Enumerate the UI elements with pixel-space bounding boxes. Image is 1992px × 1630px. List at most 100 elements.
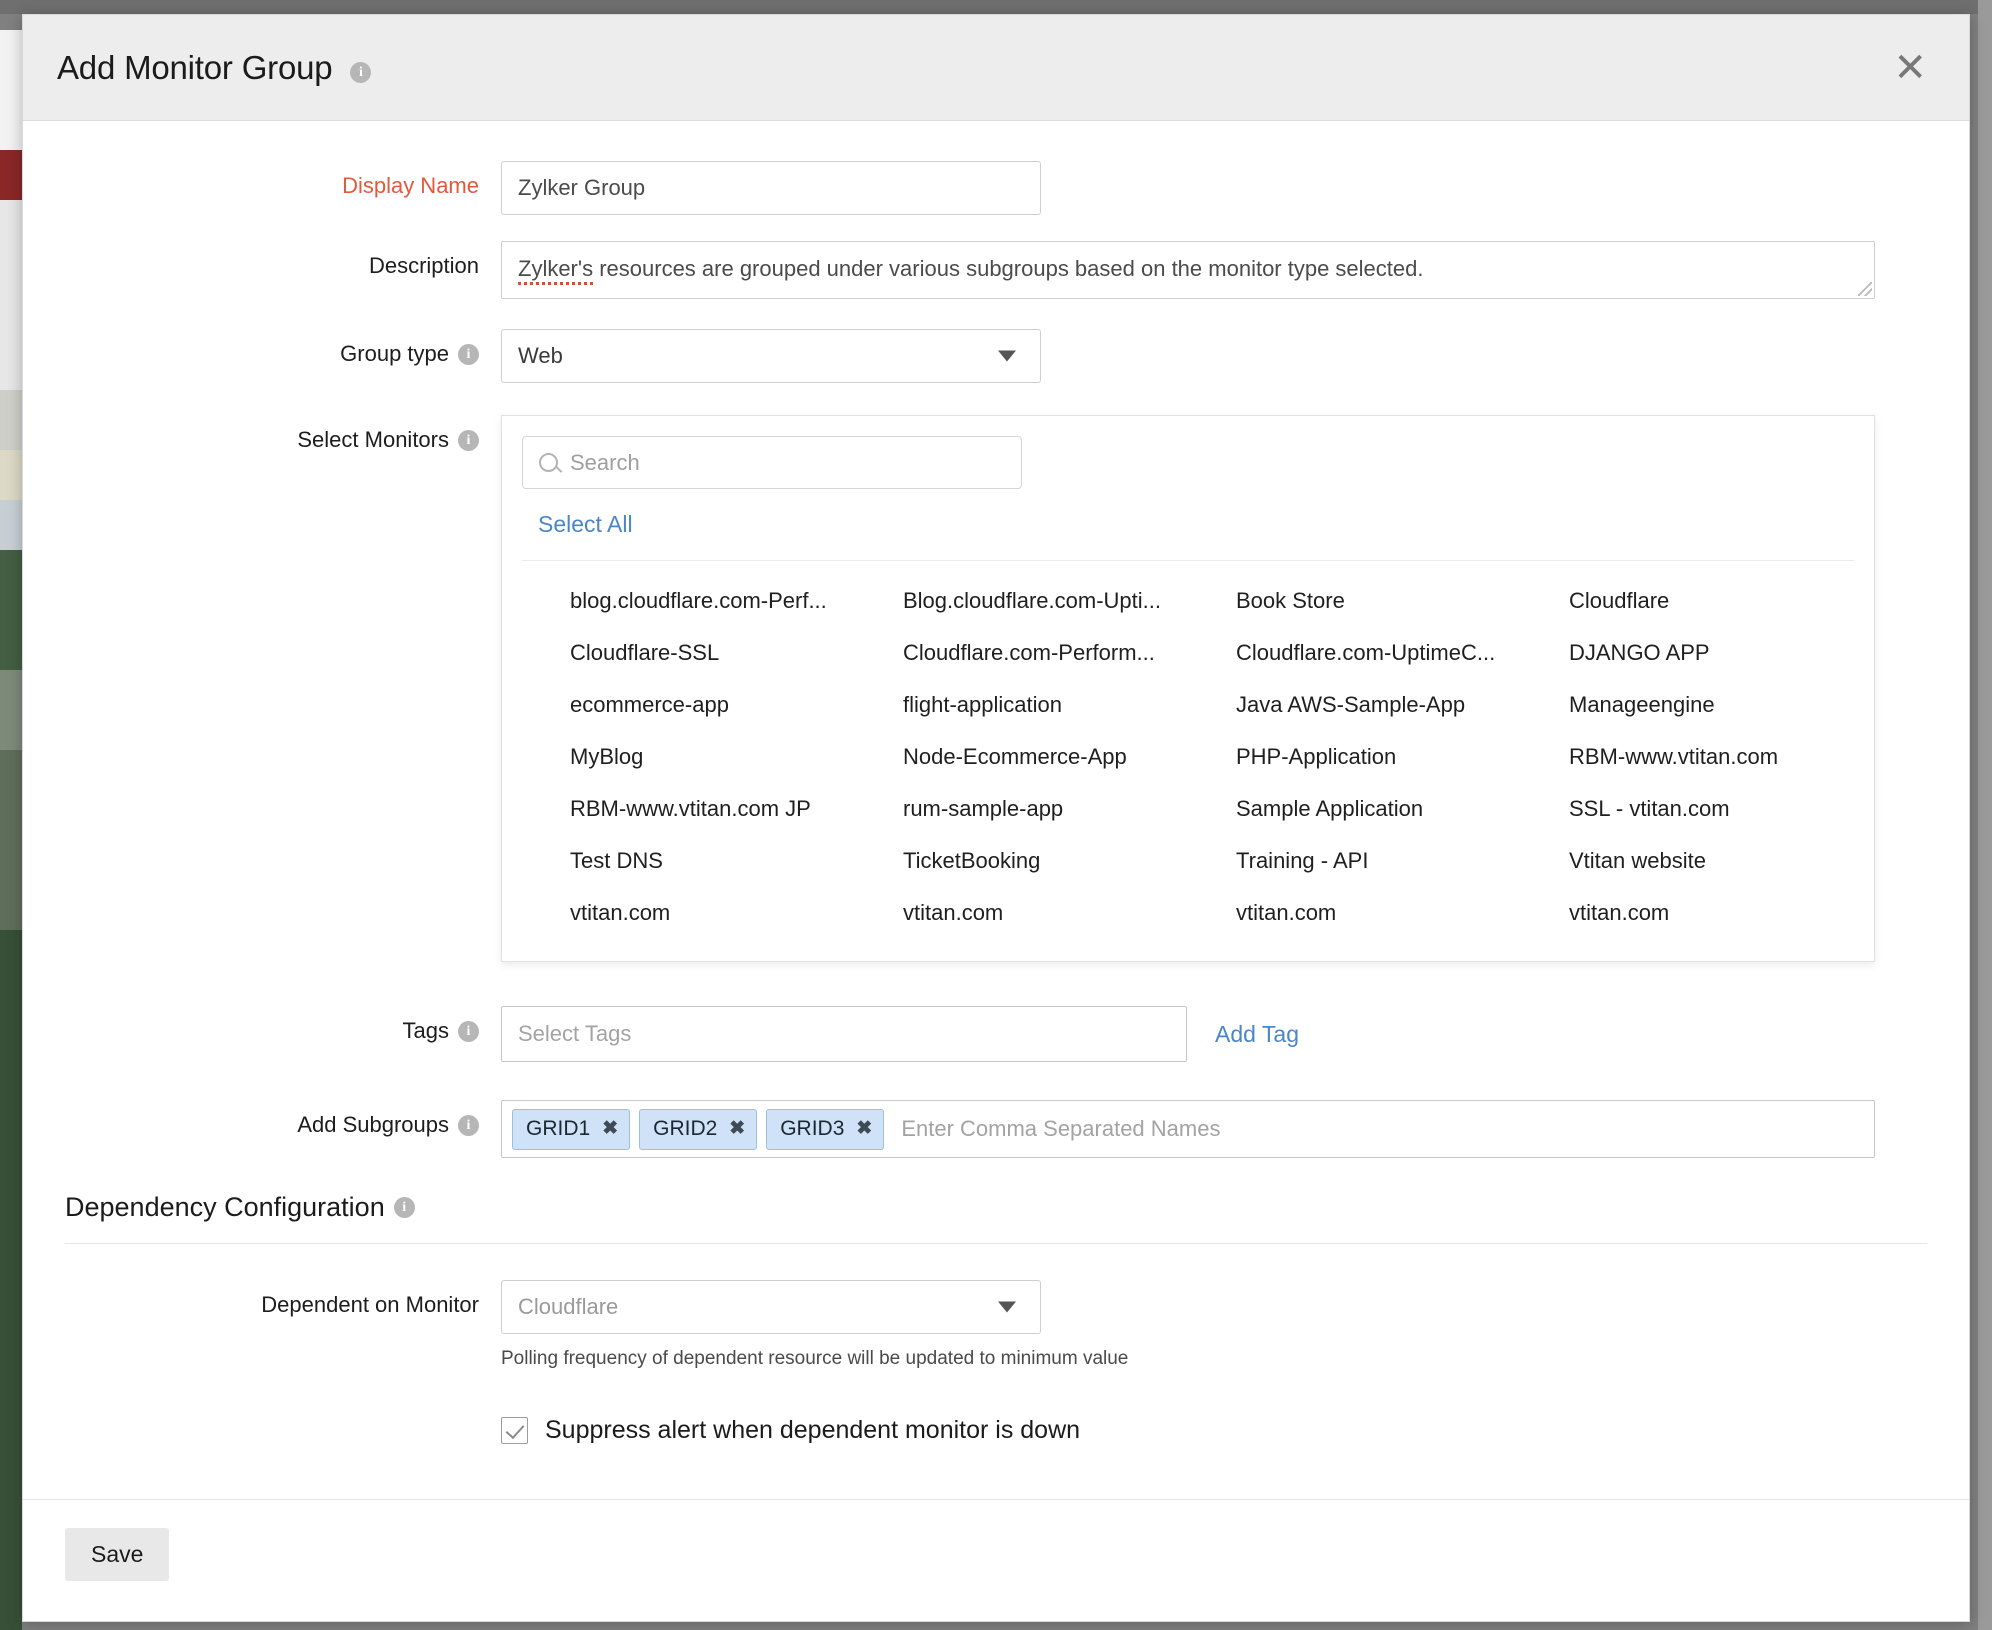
- monitor-list-item[interactable]: Cloudflare.com-UptimeC...: [1188, 627, 1521, 679]
- monitor-list-item[interactable]: Cloudflare.com-Perform...: [855, 627, 1188, 679]
- monitors-panel-top: Select All: [502, 416, 1874, 560]
- display-name-label: Display Name: [342, 173, 479, 198]
- monitor-search-box[interactable]: [522, 436, 1022, 489]
- monitor-list-item[interactable]: flight-application: [855, 679, 1188, 731]
- dependent-monitor-label: Dependent on Monitor: [261, 1292, 479, 1317]
- monitor-list-item[interactable]: SSL - vtitan.com: [1521, 783, 1854, 835]
- description-control: Zylker's resources are grouped under var…: [501, 241, 1969, 299]
- monitors-panel: Select All blog.cloudflare.com-Perf...Bl…: [501, 415, 1875, 962]
- field-row-description: Description Zylker's resources are group…: [23, 241, 1969, 299]
- backdrop-right-strip: [1978, 0, 1992, 1630]
- select-all-link[interactable]: Select All: [522, 489, 633, 560]
- subgroups-input[interactable]: GRID1 ✖ GRID2 ✖ GRID3 ✖ Enter Comma Separated …: [501, 1100, 1875, 1158]
- dialog-body: Display Name Description Zylker's resour…: [23, 121, 1969, 1499]
- monitor-list-item[interactable]: Cloudflare: [1521, 575, 1854, 627]
- monitor-list-item[interactable]: vtitan.com: [1521, 887, 1854, 939]
- subgroups-label: Add Subgroups i: [23, 1100, 501, 1138]
- dependency-section-heading: Dependency Configuration i: [65, 1192, 1969, 1223]
- field-row-dependent-monitor: Dependent on Monitor Cloudflare Polling …: [23, 1280, 1969, 1445]
- monitor-list-item[interactable]: Blog.cloudflare.com-Upti...: [855, 575, 1188, 627]
- monitor-list-item[interactable]: TicketBooking: [855, 835, 1188, 887]
- search-input[interactable]: [568, 448, 1005, 477]
- remove-chip-icon[interactable]: ✖: [856, 1119, 872, 1138]
- dependent-monitor-control: Cloudflare Polling frequency of dependen…: [501, 1280, 1969, 1445]
- field-row-tags: Tags i Select Tags Add Tag: [23, 1006, 1969, 1062]
- dependent-monitor-select[interactable]: Cloudflare: [501, 1280, 1041, 1334]
- tags-control: Select Tags Add Tag: [501, 1006, 1969, 1062]
- tags-label: Tags i: [23, 1006, 501, 1044]
- select-monitors-control: Select All blog.cloudflare.com-Perf...Bl…: [501, 415, 1969, 962]
- suppress-alert-checkbox[interactable]: [501, 1417, 528, 1444]
- monitor-list-item[interactable]: vtitan.com: [1188, 887, 1521, 939]
- monitor-list-item[interactable]: Test DNS: [522, 835, 855, 887]
- save-button[interactable]: Save: [65, 1528, 170, 1581]
- info-icon[interactable]: i: [458, 344, 479, 365]
- info-icon[interactable]: i: [458, 1021, 479, 1042]
- group-type-select[interactable]: Web: [501, 329, 1041, 383]
- monitor-list-item[interactable]: DJANGO APP: [1521, 627, 1854, 679]
- tags-placeholder: Select Tags: [518, 1021, 632, 1046]
- monitor-list-item[interactable]: Java AWS-Sample-App: [1188, 679, 1521, 731]
- description-misspelled-word: Zylker's: [518, 256, 594, 285]
- description-textarea[interactable]: Zylker's resources are grouped under var…: [501, 241, 1875, 299]
- monitor-list-item[interactable]: vtitan.com: [522, 887, 855, 939]
- monitor-list-item[interactable]: Cloudflare-SSL: [522, 627, 855, 679]
- group-type-control: Web: [501, 329, 1969, 383]
- search-icon: [539, 453, 558, 472]
- add-tag-link[interactable]: Add Tag: [1215, 1021, 1299, 1048]
- dependency-divider: [65, 1243, 1927, 1244]
- monitor-list-item[interactable]: Training - API: [1188, 835, 1521, 887]
- monitor-list-item[interactable]: RBM-www.vtitan.com JP: [522, 783, 855, 835]
- info-icon[interactable]: i: [350, 61, 372, 83]
- info-icon[interactable]: i: [458, 1115, 479, 1136]
- chevron-down-icon: [998, 1301, 1016, 1313]
- field-row-display-name: Display Name: [23, 161, 1969, 215]
- monitor-list-item[interactable]: RBM-www.vtitan.com: [1521, 731, 1854, 783]
- dialog-title-text: Add Monitor Group: [57, 48, 333, 86]
- page-title: Add Monitor Group i: [57, 48, 372, 87]
- subgroup-chip[interactable]: GRID1 ✖: [512, 1108, 631, 1150]
- monitor-list-item[interactable]: Node-Ecommerce-App: [855, 731, 1188, 783]
- monitor-list-item[interactable]: Sample Application: [1188, 783, 1521, 835]
- info-icon[interactable]: i: [458, 430, 479, 451]
- tags-input[interactable]: Select Tags: [501, 1006, 1187, 1062]
- display-name-control: [501, 161, 1969, 215]
- monitor-list-item[interactable]: Vtitan website: [1521, 835, 1854, 887]
- backdrop-topbar: [0, 0, 1992, 14]
- dependency-heading-text: Dependency Configuration: [65, 1192, 385, 1222]
- display-name-input[interactable]: [501, 161, 1041, 215]
- close-icon[interactable]: ✕: [1885, 44, 1935, 92]
- monitor-list-item[interactable]: rum-sample-app: [855, 783, 1188, 835]
- subgroup-chip[interactable]: GRID3 ✖: [766, 1108, 885, 1150]
- monitor-list-item[interactable]: vtitan.com: [855, 887, 1188, 939]
- resize-handle-icon[interactable]: [1858, 282, 1872, 296]
- remove-chip-icon[interactable]: ✖: [602, 1119, 618, 1138]
- info-icon[interactable]: i: [393, 1197, 415, 1218]
- dialog-header: Add Monitor Group i ✕: [23, 15, 1969, 121]
- group-type-label: Group type i: [23, 329, 501, 367]
- select-monitors-label-text: Select Monitors: [297, 427, 449, 452]
- add-monitor-group-dialog: Add Monitor Group i ✕ Display Name Descr…: [22, 14, 1970, 1622]
- subgroups-label-text: Add Subgroups: [297, 1112, 449, 1137]
- monitor-list-item[interactable]: PHP-Application: [1188, 731, 1521, 783]
- monitor-list-item[interactable]: Manageengine: [1521, 679, 1854, 731]
- field-row-select-monitors: Select Monitors i Select All blog.cloudfl…: [23, 415, 1969, 962]
- monitor-list-item[interactable]: blog.cloudflare.com-Perf...: [522, 575, 855, 627]
- description-text: resources are grouped under various subg…: [593, 256, 1424, 281]
- subgroup-chip[interactable]: GRID2 ✖: [639, 1108, 758, 1150]
- chevron-down-icon: [998, 350, 1016, 362]
- subgroups-placeholder: Enter Comma Separated Names: [901, 1116, 1221, 1141]
- monitor-list-item[interactable]: MyBlog: [522, 731, 855, 783]
- dependent-monitor-value: Cloudflare: [518, 1294, 619, 1319]
- remove-chip-icon[interactable]: ✖: [729, 1119, 745, 1138]
- field-row-group-type: Group type i Web: [23, 329, 1969, 383]
- subgroups-control: GRID1 ✖ GRID2 ✖ GRID3 ✖ Enter Comma Separated …: [501, 1100, 1969, 1158]
- group-type-value: Web: [518, 343, 563, 368]
- field-row-subgroups: Add Subgroups i GRID1 ✖ GRID2 ✖ GRID3 ✖ Enter C…: [23, 1100, 1969, 1158]
- monitor-list: blog.cloudflare.com-Perf... Blog.cloudfla…: [502, 561, 1874, 961]
- polling-frequency-help-text: Polling frequency of dependent resource …: [501, 1348, 1129, 1369]
- group-type-label-text: Group type: [340, 341, 449, 366]
- subgroup-chip-label: GRID3: [780, 1116, 845, 1140]
- monitor-list-item[interactable]: Book Store: [1188, 575, 1521, 627]
- monitor-list-item[interactable]: ecommerce-app: [522, 679, 855, 731]
